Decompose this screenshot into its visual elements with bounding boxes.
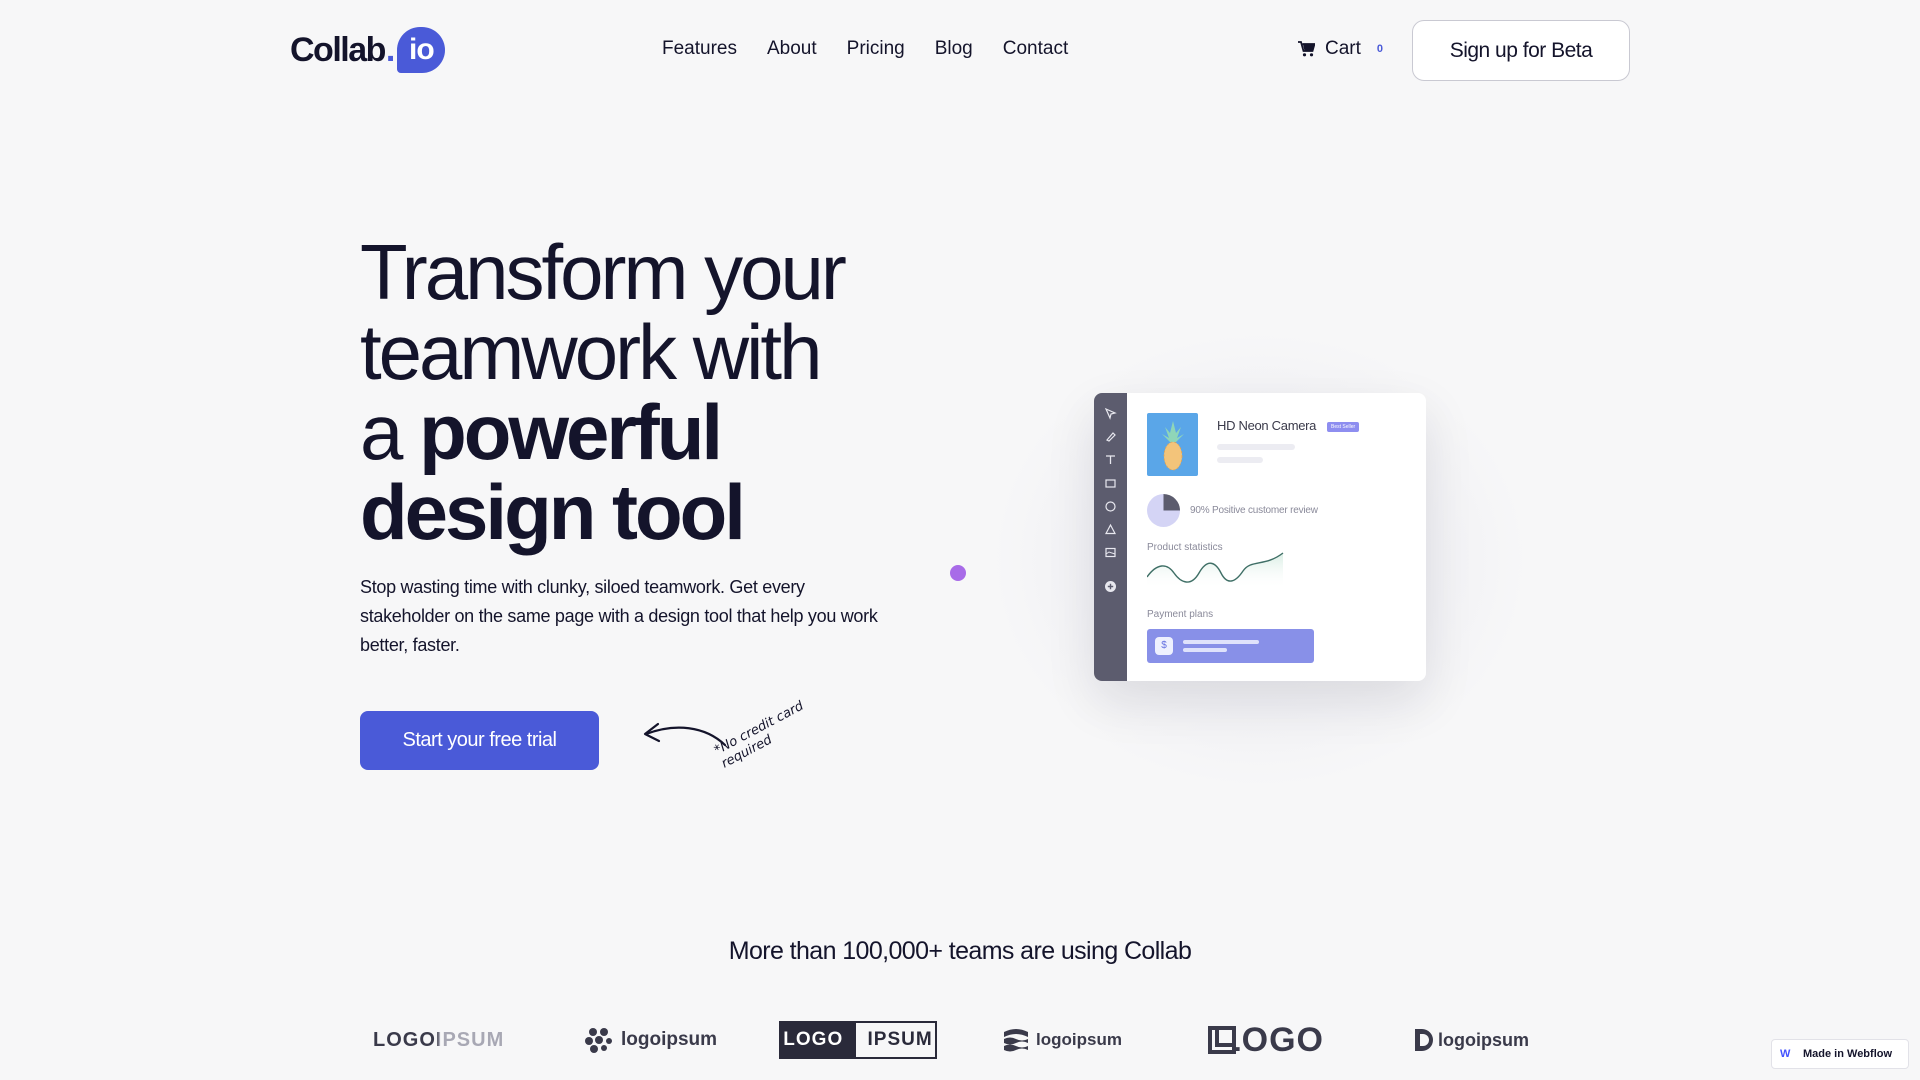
cart-button[interactable]: Cart 0 [1298,38,1383,60]
nav-link-features[interactable]: Features [662,38,737,60]
text-icon [1106,455,1115,464]
customer-logo-1: LOGOIPSUM [373,1018,504,1062]
review-text: 90% Positive customer review [1190,505,1318,516]
start-free-trial-button[interactable]: Start your free trial [360,711,599,770]
payment-plans-label: Payment plans [1147,609,1214,620]
placeholder-line [1217,444,1295,450]
customer-logo-2: logoipsum [585,1018,717,1062]
dollar-icon: $ [1155,637,1173,655]
ellipse-icon [1105,501,1116,512]
mockup-toolbar [1094,393,1127,681]
hero-title-bold-design-tool: design tool [360,468,746,556]
customer-logo-4: logoipsum [1002,1018,1122,1062]
customer-logo-5-text: LOGO [1208,1018,1324,1062]
add-icon [1105,581,1116,592]
customer-logo-4-text: logoipsum [1036,1030,1122,1049]
logo-badge: io [397,27,446,73]
review-pie-chart [1147,494,1180,527]
placeholder-line [1183,648,1227,652]
statistics-sparkline [1147,552,1284,589]
hero-title: Transform your teamwork with a powerful … [360,232,920,552]
hero-title-line-1: Transform your [360,228,847,316]
pineapple-image [1162,421,1184,471]
teams-heading: More than 100,000+ teams are using Colla… [728,937,1192,965]
nav-link-blog[interactable]: Blog [935,38,973,60]
best-seller-badge: Best Seller [1327,422,1360,432]
customer-logo-3-text: LOGO IPSUM [779,1021,937,1059]
cart-label: Cart [1325,38,1361,59]
collab-logo[interactable]: Collab . io [290,26,446,74]
made-in-webflow-badge[interactable]: W Made in Webflow [1771,1039,1909,1069]
customer-logo-5: LOGO [1208,1018,1324,1062]
hero-description: Stop wasting time with clunky, siloed te… [360,577,878,655]
main-menu: Features About Pricing Blog Contact [662,38,1068,60]
payment-plan-bar: $ [1147,629,1314,663]
sign-up-beta-button[interactable]: Sign up for Beta [1412,20,1630,81]
pointer-icon [1104,407,1117,420]
customer-logo-6-text: logoipsum [1438,1029,1529,1050]
nav-link-contact[interactable]: Contact [1003,38,1068,60]
cart-count: 0 [1376,43,1384,55]
nav-link-about[interactable]: About [767,38,817,60]
hero-title-bold-powerful: powerful [419,388,723,476]
hero-title-line-3-prefix: a [360,388,420,476]
logoipsum-d-icon [1415,1029,1433,1051]
customer-logo-2-text: logoipsum [621,1029,718,1050]
logo-word: Collab [290,30,386,69]
decorative-dot [950,565,966,581]
customer-logo-6: logoipsum [1413,1018,1529,1062]
logoipsum-mark-icon [585,1028,612,1053]
cart-icon [1298,41,1315,57]
placeholder-line [1183,640,1259,644]
customer-logo-1-text: LOGOIPSUM [373,1028,505,1051]
triangle-icon [1105,523,1116,535]
product-name: HD Neon Camera [1217,418,1317,433]
product-thumbnail [1147,413,1198,476]
webflow-icon: W [1780,1048,1791,1060]
logo-dot: . [385,30,396,69]
pen-icon [1106,432,1116,442]
nav-link-pricing[interactable]: Pricing [847,38,905,60]
webflow-badge-label: Made in Webflow [1803,1048,1893,1060]
placeholder-line [1217,457,1263,463]
customer-logo-3: LOGO IPSUM [779,1021,937,1059]
rectangle-icon [1105,479,1116,488]
top-navigation: Collab . io Features About Pricing Blog … [0,0,1920,102]
hero-title-line-2: teamwork with [360,308,822,396]
customer-logos: LOGOIPSUM logoipsum LOGO IPSUM logoipsum… [0,1018,1920,1062]
image-icon [1105,547,1116,558]
design-tool-mockup: HD Neon Camera Best Seller 90% Positive … [1094,393,1426,681]
waves-icon [1004,1029,1028,1052]
